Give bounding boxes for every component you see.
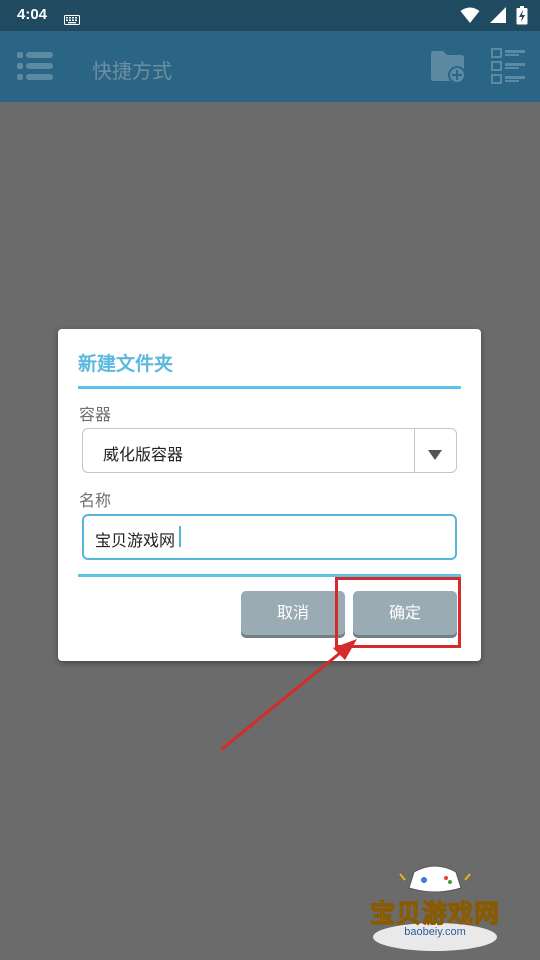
- status-icons: [456, 6, 528, 25]
- screen: 4:04 快捷方式 新建文件夹 容器 威化版容器 名称 宝贝游戏网 取消 确定 …: [0, 0, 540, 960]
- name-input-value: 宝贝游戏网: [95, 531, 176, 550]
- wifi-icon: [460, 7, 480, 23]
- app-title: 快捷方式: [92, 59, 172, 83]
- cancel-button[interactable]: 取消: [241, 591, 345, 635]
- name-label: 名称: [79, 491, 112, 510]
- watermark-url: baobeiy.com: [404, 926, 466, 938]
- keyboard-icon: [64, 10, 80, 29]
- container-label: 容器: [79, 405, 112, 424]
- dialog-title: 新建文件夹: [78, 353, 174, 375]
- status-time: 4:04: [17, 6, 48, 23]
- annotation-highlight-box: [335, 577, 461, 648]
- title-divider: [78, 386, 461, 389]
- list-view-icon[interactable]: [491, 48, 527, 88]
- watermark-text: 宝贝游戏网: [369, 899, 500, 929]
- name-input[interactable]: 宝贝游戏网: [82, 514, 457, 560]
- text-cursor: [179, 526, 181, 547]
- add-folder-icon[interactable]: [430, 49, 468, 89]
- app-bar: 快捷方式: [0, 31, 540, 102]
- container-select-value: 威化版容器: [103, 445, 184, 464]
- status-bar: 4:04: [0, 0, 540, 31]
- container-select[interactable]: 威化版容器: [82, 428, 457, 473]
- dropdown-arrow-icon[interactable]: [428, 445, 442, 464]
- signal-icon: [489, 7, 506, 23]
- watermark-logo: 宝贝游戏网 baobeiy.com: [360, 862, 510, 954]
- battery-charging-icon: [516, 6, 528, 25]
- select-separator: [414, 429, 415, 472]
- menu-icon[interactable]: [17, 51, 53, 86]
